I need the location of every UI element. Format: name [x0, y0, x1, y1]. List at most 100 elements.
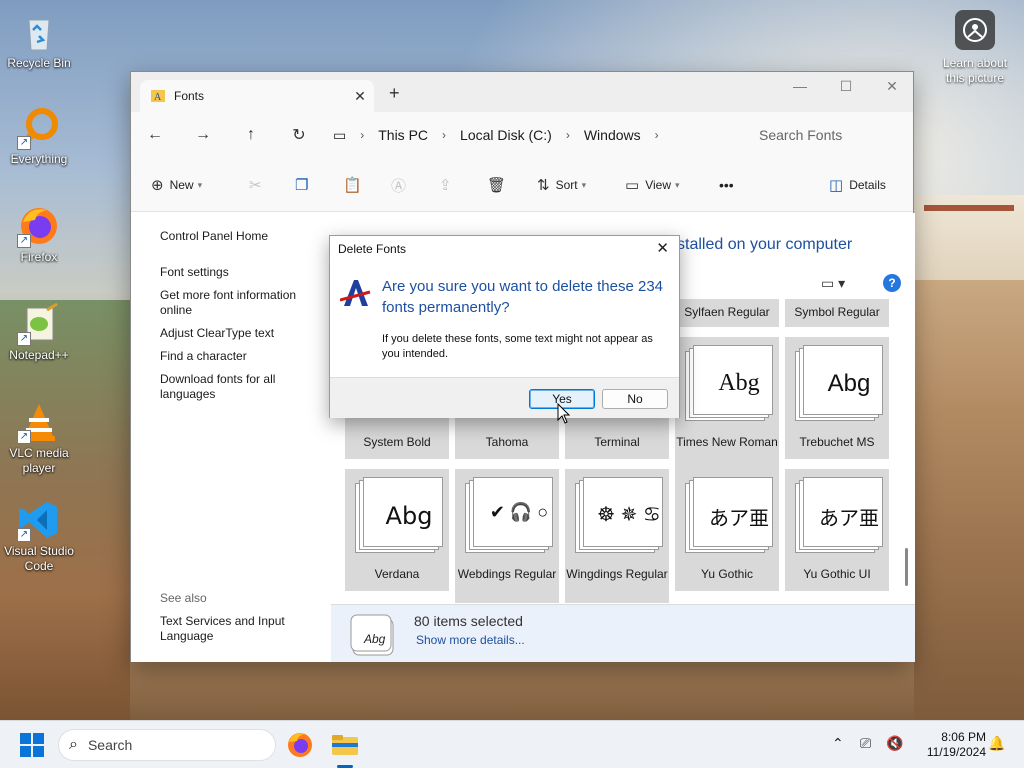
dialog-question: Are you sure you want to delete these 23…: [382, 278, 664, 316]
desktop-icon-label: Recycle Bin: [7, 56, 71, 70]
new-tab-button[interactable]: +: [389, 83, 400, 104]
view-button[interactable]: ▭ View ▾: [625, 173, 680, 197]
delete-button[interactable]: 🗑: [487, 173, 512, 197]
taskbar-search-box[interactable]: ⌕ Search: [58, 729, 276, 761]
notification-bell-icon[interactable]: 🔔: [988, 735, 1005, 752]
font-preview: あア亜: [685, 477, 773, 553]
no-button[interactable]: No: [602, 389, 668, 409]
search-input[interactable]: Search Fonts: [747, 118, 909, 152]
desktop-icon-firefox[interactable]: ↗ Firefox: [0, 204, 78, 265]
show-more-details-link[interactable]: Show more details...: [416, 633, 525, 647]
system-clock[interactable]: 8:06 PM 11/19/2024: [916, 730, 986, 760]
chevron-right-icon: ›: [565, 128, 570, 142]
more-options-button[interactable]: •••: [719, 173, 734, 197]
help-icon[interactable]: ?: [883, 274, 901, 292]
copy-button[interactable]: ❐: [295, 173, 314, 197]
font-tile[interactable]: あア亜 Yu Gothic UI: [785, 469, 889, 591]
selected-fonts-icon-text: Abg: [364, 632, 386, 646]
dialog-close-icon[interactable]: ✕: [656, 239, 669, 257]
font-settings-link[interactable]: Font settings: [160, 265, 320, 280]
details-pane-icon: ◫: [829, 177, 844, 194]
camera-spot-icon: [955, 10, 995, 50]
download-fonts-link[interactable]: Download fonts for all languages: [160, 372, 320, 402]
windows-start-icon[interactable]: [20, 733, 44, 757]
monitor-icon: ▭: [333, 126, 347, 143]
desktop-icon-vscode[interactable]: ↗ Visual Studio Code: [0, 498, 78, 574]
paste-button[interactable]: 📋: [343, 173, 368, 197]
desktop-icon-everything[interactable]: ↗ Everything: [0, 106, 78, 167]
cut-button[interactable]: ✂: [249, 173, 268, 197]
breadcrumb-windows[interactable]: Windows: [584, 127, 641, 143]
font-name: Terminal: [594, 435, 640, 449]
control-panel-home-link[interactable]: Control Panel Home: [160, 229, 320, 244]
adjust-cleartype-link[interactable]: Adjust ClearType text: [160, 326, 320, 341]
font-preview: Abg: [795, 345, 883, 421]
font-tile[interactable]: Abg Verdana: [345, 469, 449, 591]
more-options-icon: •••: [719, 177, 734, 193]
rename-button[interactable]: Ⓐ: [391, 173, 412, 197]
font-name: System Bold: [363, 435, 431, 449]
font-tile[interactable]: Abg Times New Roman: [675, 337, 779, 471]
clipboard-icon: 📋: [343, 177, 362, 194]
vertical-scrollbar-thumb[interactable]: [905, 548, 908, 586]
details-label: Details: [849, 178, 886, 192]
search-placeholder: Search Fonts: [759, 127, 843, 143]
font-tile[interactable]: ✔ 🎧 ○ Webdings Regular: [455, 469, 559, 603]
back-arrow-icon[interactable]: ←: [131, 126, 179, 144]
refresh-icon[interactable]: ↻: [275, 125, 323, 145]
volume-muted-icon[interactable]: 🔇: [886, 735, 903, 752]
font-preview: Abg: [355, 477, 443, 553]
details-pane-button[interactable]: ◫ Details: [829, 173, 886, 197]
font-tile[interactable]: Sylfaen Regular: [675, 299, 779, 327]
tab-fonts[interactable]: A Fonts ✕: [140, 80, 374, 112]
minimize-button[interactable]: —: [777, 78, 823, 94]
font-name: Trebuchet MS: [799, 435, 875, 449]
sort-button[interactable]: ⇅ Sort ▾: [537, 173, 586, 197]
close-window-button[interactable]: ✕: [869, 78, 915, 95]
share-button[interactable]: ⇪: [439, 173, 458, 197]
breadcrumb[interactable]: ▭ › This PC › Local Disk (C:) › Windows …: [333, 118, 733, 152]
rename-icon: Ⓐ: [391, 177, 407, 195]
view-layout-icon: ▭: [625, 177, 640, 194]
font-tile[interactable]: ☸ ✵ ♋ Wingdings Regular: [565, 469, 669, 603]
desktop-icon-vlc[interactable]: ↗ VLC media player: [0, 400, 78, 476]
desktop-icon-notepad-plus-plus[interactable]: ↗ Notepad++: [0, 302, 78, 363]
text-services-link[interactable]: Text Services and Input Language: [160, 614, 320, 644]
learn-about-picture[interactable]: Learn about this picture: [936, 10, 1014, 86]
taskbar: ⌕ Search ⌃ ⎚ 🔇 8:06 PM 11/19/2024 🔔: [0, 720, 1024, 768]
desktop-icon-recycle-bin[interactable]: Recycle Bin: [0, 10, 78, 71]
tab-close-icon[interactable]: ✕: [346, 88, 374, 105]
fonts-folder-icon: A: [151, 90, 165, 103]
command-bar: ⊕ New ▾ ✂ ❐ 📋 Ⓐ ⇪ 🗑 ⇅ Sort ▾ ▭ View ▾ ••…: [131, 158, 913, 212]
everything-search-icon: ↗: [17, 106, 61, 150]
trash-icon: 🗑: [487, 177, 507, 194]
more-font-info-link[interactable]: Get more font information online: [160, 288, 320, 318]
maximize-button[interactable]: ☐: [823, 78, 869, 95]
font-sample: ☸ ✵ ♋: [597, 504, 661, 526]
network-icon[interactable]: ⎚: [860, 735, 871, 752]
breadcrumb-this-pc[interactable]: This PC: [378, 127, 428, 143]
forward-arrow-icon[interactable]: →: [179, 126, 227, 144]
desktop-icon-label: Firefox: [20, 250, 58, 264]
breadcrumb-local-disk[interactable]: Local Disk (C:): [460, 127, 552, 143]
taskbar-firefox-icon[interactable]: [284, 729, 316, 761]
font-name: Yu Gothic UI: [803, 567, 871, 581]
page-heading: stalled on your computer: [677, 236, 853, 253]
up-arrow-icon[interactable]: ↑: [227, 126, 275, 144]
font-tile[interactable]: あア亜 Yu Gothic: [675, 469, 779, 591]
view-options-icon[interactable]: ▭ ▾: [821, 275, 845, 292]
chevron-down-icon: ▾: [674, 179, 680, 190]
font-preview: あア亜: [795, 477, 883, 553]
font-tile[interactable]: Symbol Regular: [785, 299, 889, 327]
taskbar-file-explorer-icon[interactable]: [329, 729, 361, 761]
view-label: View: [645, 178, 671, 192]
wallpaper-gorge: [130, 662, 914, 720]
find-character-link[interactable]: Find a character: [160, 349, 320, 364]
new-button[interactable]: ⊕ New ▾: [151, 173, 202, 197]
delete-fonts-dialog: Delete Fonts ✕ Are you sure you want to …: [329, 235, 680, 418]
show-hidden-icons-chevron[interactable]: ⌃: [832, 735, 844, 752]
sort-arrows-icon: ⇅: [537, 177, 550, 194]
control-panel-left-pane: Control Panel Home Font settings Get mor…: [131, 213, 331, 662]
font-tile[interactable]: Abg Trebuchet MS: [785, 337, 889, 459]
taskbar-search-label: Search: [87, 737, 133, 753]
